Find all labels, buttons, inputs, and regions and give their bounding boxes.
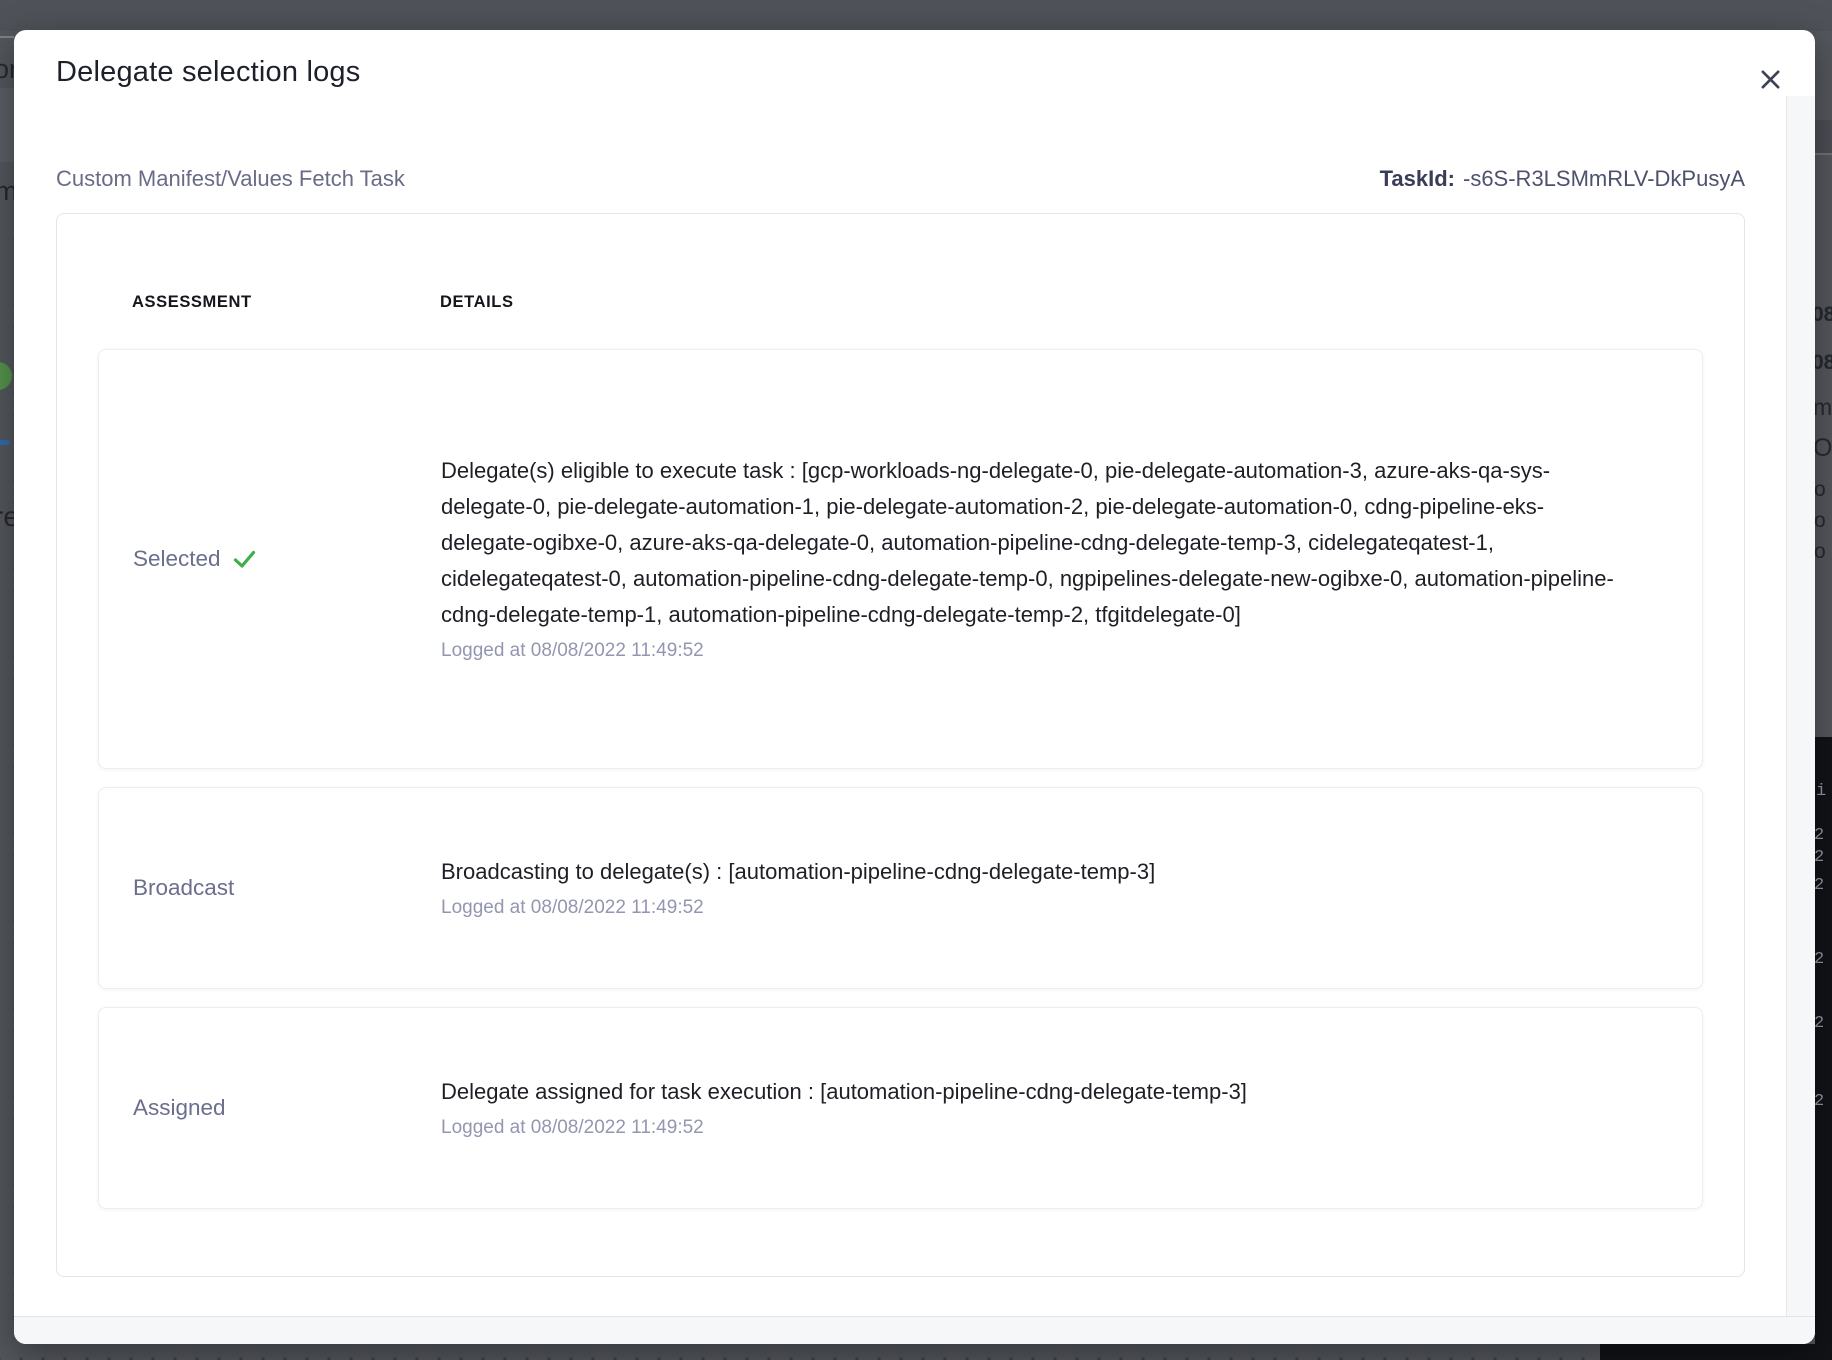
console-text-fragment: 2 xyxy=(1814,1092,1824,1111)
background-text-fragment: o xyxy=(1814,540,1826,564)
console-text-fragment: 2 xyxy=(1814,950,1824,969)
details-cell: Broadcasting to delegate(s) : [automatio… xyxy=(441,854,1687,922)
details-cell: Delegate assigned for task execution : [… xyxy=(441,1074,1687,1142)
background-text-fragment: o xyxy=(1814,509,1826,533)
task-id-value: -s6S-R3LSMmRLV-DkPusyA xyxy=(1463,166,1745,191)
check-icon xyxy=(232,549,257,569)
background-text-fragment: 08 xyxy=(1812,351,1832,375)
task-name: Custom Manifest/Values Fetch Task xyxy=(56,166,405,192)
console-text-fragment: 2 xyxy=(1814,1014,1824,1033)
table-row: Assigned Delegate assigned for task exec… xyxy=(98,1007,1703,1209)
modal-header: Delegate selection logs xyxy=(14,30,1815,126)
console-text-fragment: i xyxy=(1816,782,1826,801)
background-text-fragment: O xyxy=(1813,434,1832,463)
assessment-label: Assigned xyxy=(133,1095,226,1121)
details-text: Delegate(s) eligible to execute task : [… xyxy=(441,453,1621,633)
modal-title: Delegate selection logs xyxy=(56,54,360,90)
pipeline-canvas-dots-bottom xyxy=(0,1344,1600,1360)
table-row: Broadcast Broadcasting to delegate(s) : … xyxy=(98,787,1703,989)
console-panel-bottom xyxy=(1600,1344,1832,1360)
logged-at-timestamp: Logged at 08/08/2022 11:49:52 xyxy=(441,1114,1621,1142)
column-header-details: DETAILS xyxy=(440,293,1703,312)
background-divider xyxy=(0,36,14,38)
task-id: TaskId: -s6S-R3LSMmRLV-DkPusyA xyxy=(1380,166,1745,192)
modal-subheader: Custom Manifest/Values Fetch Task TaskId… xyxy=(56,166,1745,192)
background-divider-right xyxy=(1815,153,1832,155)
assessment-label: Broadcast xyxy=(133,875,234,901)
pipeline-connector xyxy=(0,440,10,445)
assessment-label: Selected xyxy=(133,546,221,572)
details-cell: Delegate(s) eligible to execute task : [… xyxy=(441,453,1687,665)
table-header-row: ASSESSMENT DETAILS xyxy=(98,214,1703,349)
console-text-fragment: 2 xyxy=(1814,876,1824,895)
modal-scrollbar[interactable] xyxy=(1786,96,1815,1317)
pipeline-canvas-dots-left xyxy=(0,222,14,1360)
table-body: Selected Delegate(s) eligible to execute… xyxy=(57,349,1744,1209)
console-text-fragment: 2 xyxy=(1814,826,1824,845)
assessment-cell: Selected xyxy=(99,546,441,572)
background-topbar xyxy=(0,0,1832,31)
column-header-assessment: ASSESSMENT xyxy=(98,293,440,312)
assessment-cell: Broadcast xyxy=(99,875,441,901)
task-id-label: TaskId: xyxy=(1380,166,1455,191)
selection-logs-table: ASSESSMENT DETAILS Selected Delegate(s) … xyxy=(56,213,1745,1277)
delegate-selection-logs-modal: Delegate selection logs Custom Manifest/… xyxy=(14,30,1815,1344)
background-text-fragment: m xyxy=(1813,394,1832,421)
background-panel-edge-right xyxy=(1815,120,1832,154)
background-panel-edge xyxy=(0,88,14,162)
logged-at-timestamp: Logged at 08/08/2022 11:49:52 xyxy=(441,894,1621,922)
background-text-fragment: o xyxy=(1814,478,1826,502)
close-icon xyxy=(1757,66,1784,93)
table-row: Selected Delegate(s) eligible to execute… xyxy=(98,349,1703,769)
modal-footer xyxy=(14,1316,1815,1344)
background-text-fragment: 08 xyxy=(1812,303,1832,327)
details-text: Delegate assigned for task execution : [… xyxy=(441,1074,1621,1110)
details-text: Broadcasting to delegate(s) : [automatio… xyxy=(441,854,1621,890)
assessment-cell: Assigned xyxy=(99,1095,441,1121)
logged-at-timestamp: Logged at 08/08/2022 11:49:52 xyxy=(441,637,1621,665)
console-text-fragment: 2 xyxy=(1814,848,1824,867)
